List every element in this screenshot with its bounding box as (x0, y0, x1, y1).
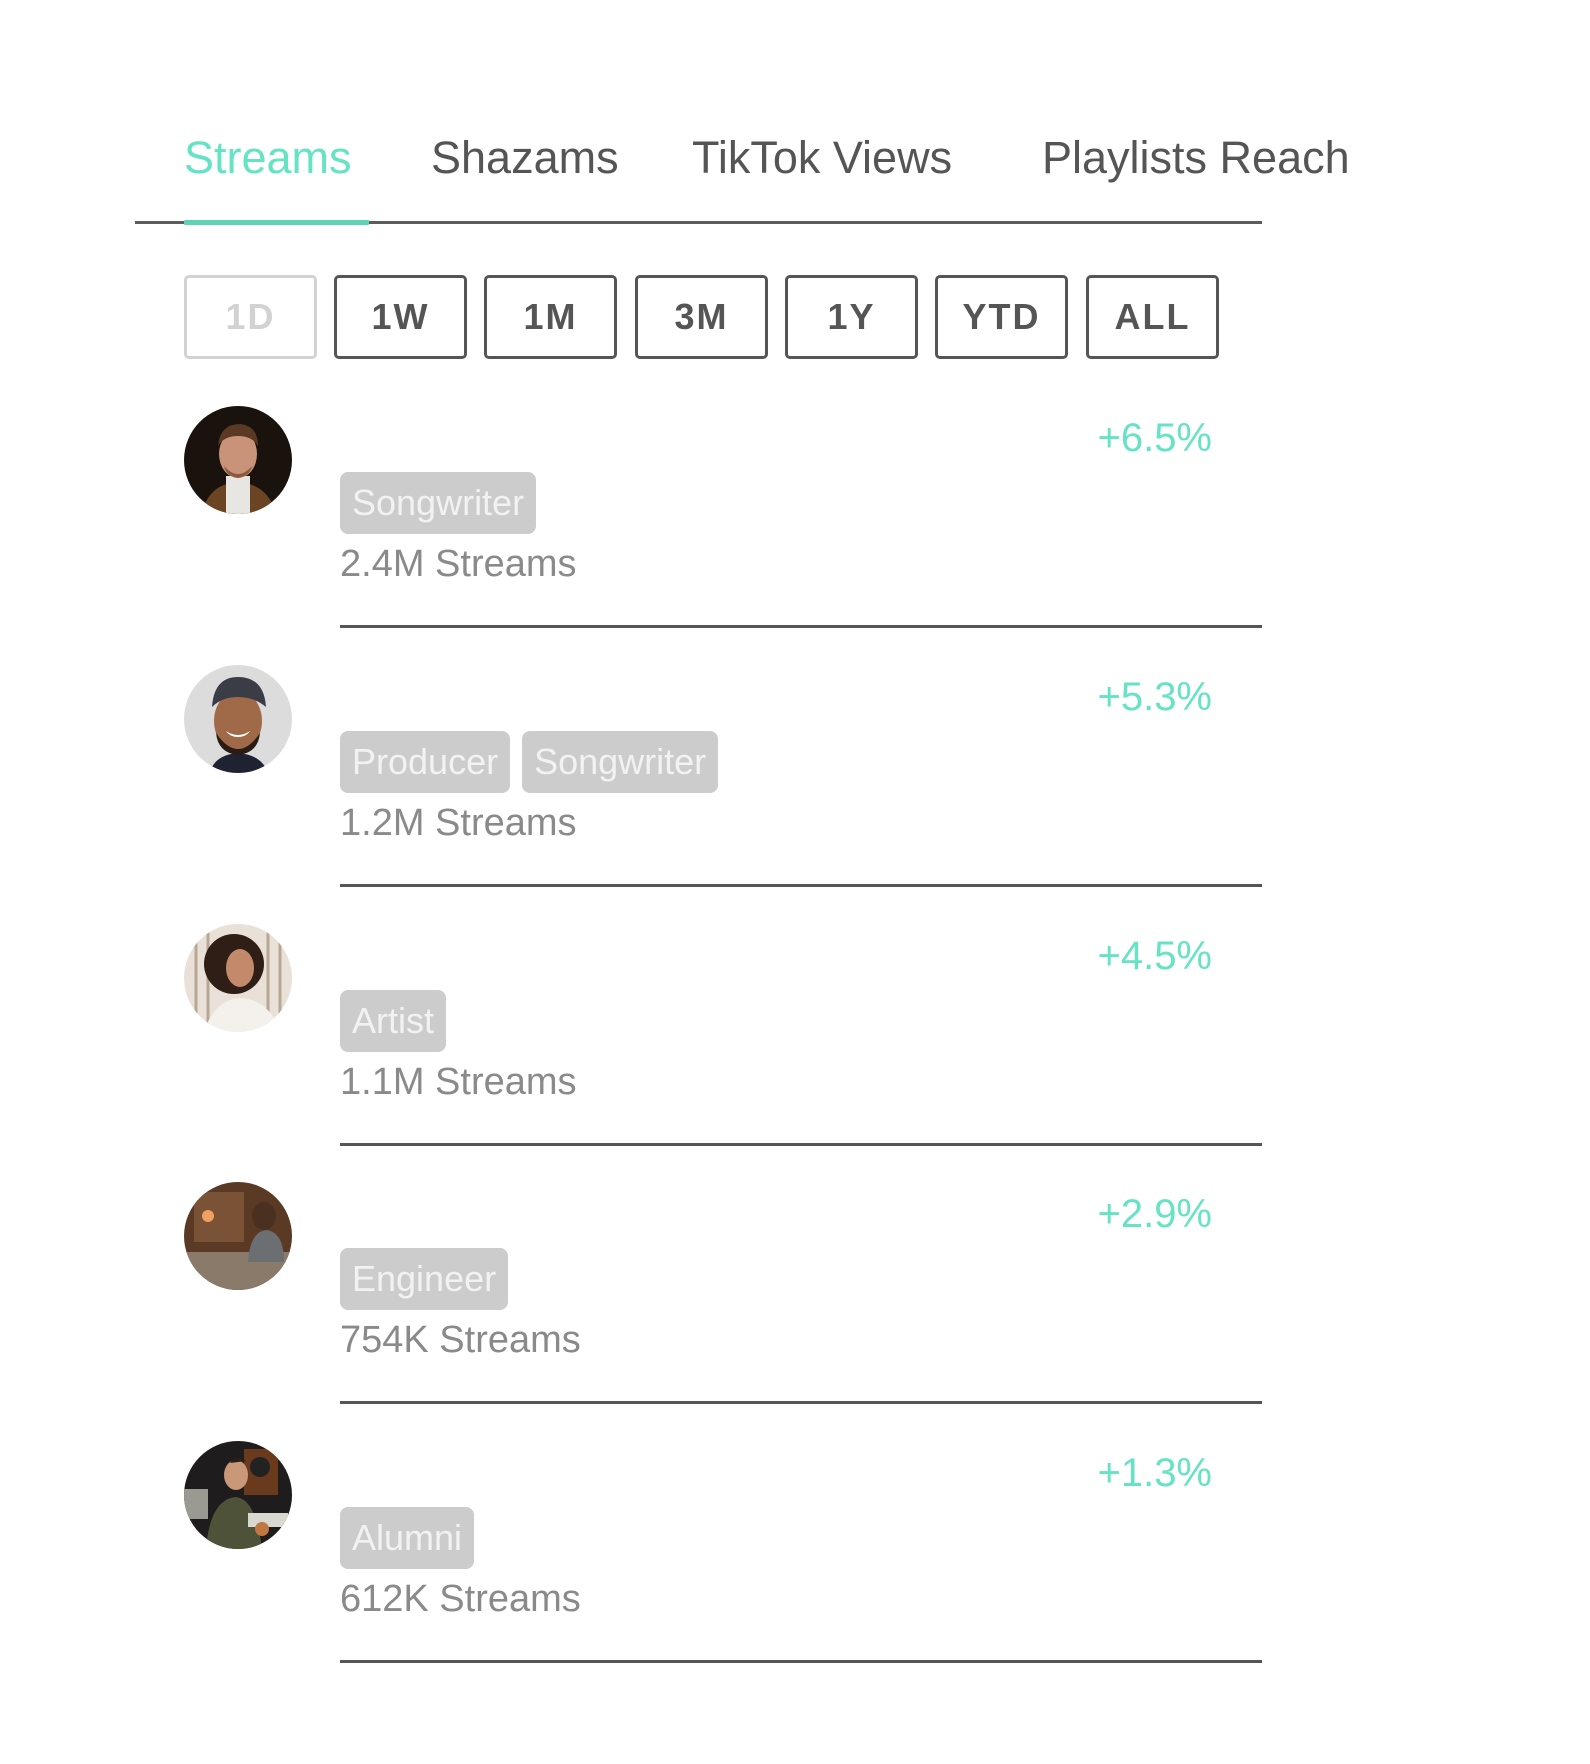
row-divider (340, 1143, 1262, 1146)
change-percent: +5.3% (1097, 675, 1212, 719)
role-tag: Artist (340, 990, 447, 1052)
range-button-ytd[interactable]: YTD (935, 275, 1068, 359)
stream-count: 1.1M Streams (340, 1061, 577, 1103)
role-tags: Alumni (340, 1507, 475, 1569)
range-button-1m[interactable]: 1M (484, 275, 617, 359)
range-button-1y[interactable]: 1Y (785, 275, 918, 359)
role-tags: Artist (340, 990, 447, 1052)
avatar[interactable] (184, 665, 292, 773)
man-in-studio-jacket-icon (184, 1441, 292, 1549)
row-divider (340, 1401, 1262, 1404)
row-divider (340, 625, 1262, 628)
range-button-3m[interactable]: 3M (635, 275, 768, 359)
avatar[interactable] (184, 924, 292, 1032)
tab-streams[interactable]: Streams (184, 128, 352, 188)
avatar[interactable] (184, 1182, 292, 1290)
list-item[interactable]: +2.9% Engineer 754K Streams (0, 1182, 1590, 1441)
change-percent: +2.9% (1097, 1192, 1212, 1236)
list-item[interactable]: +1.3% Alumni 612K Streams (0, 1441, 1590, 1700)
role-tag: Engineer (340, 1248, 509, 1310)
range-button-1w[interactable]: 1W (334, 275, 467, 359)
change-percent: +4.5% (1097, 934, 1212, 978)
man-turtleneck-portrait-icon (184, 406, 292, 514)
tab-shazams[interactable]: Shazams (431, 128, 619, 188)
row-divider (340, 1660, 1262, 1663)
list-item[interactable]: +6.5% Songwriter 2.4M Streams (0, 406, 1590, 665)
tab-tiktok-views[interactable]: TikTok Views (692, 128, 952, 188)
avatar[interactable] (184, 406, 292, 514)
metric-tabs: Streams Shazams TikTok Views Playlists R… (135, 128, 1350, 225)
role-tags: Songwriter (340, 472, 537, 534)
stream-count: 2.4M Streams (340, 543, 577, 585)
list-item[interactable]: +4.5% Artist 1.1M Streams (0, 924, 1590, 1183)
role-tags: Engineer (340, 1248, 509, 1310)
role-tag: Alumni (340, 1507, 475, 1569)
role-tag: Songwriter (340, 472, 537, 534)
range-button-all[interactable]: ALL (1086, 275, 1219, 359)
active-tab-indicator (184, 220, 369, 225)
range-button-1d[interactable]: 1D (184, 275, 317, 359)
role-tags: Producer Songwriter (340, 731, 719, 793)
role-tag: Songwriter (522, 731, 719, 793)
avatar[interactable] (184, 1441, 292, 1549)
stream-count: 754K Streams (340, 1319, 581, 1361)
list-item[interactable]: +5.3% Producer Songwriter 1.2M Streams (0, 665, 1590, 924)
change-percent: +1.3% (1097, 1451, 1212, 1495)
row-divider (340, 884, 1262, 887)
woman-curly-hair-portrait-icon (184, 924, 292, 1032)
man-beanie-smiling-portrait-icon (184, 665, 292, 773)
role-tag: Producer (340, 731, 511, 793)
change-percent: +6.5% (1097, 416, 1212, 460)
tab-playlists-reach[interactable]: Playlists Reach (1042, 128, 1350, 188)
stream-count: 1.2M Streams (340, 802, 577, 844)
stream-count: 612K Streams (340, 1578, 581, 1620)
man-at-mixing-console-icon (184, 1182, 292, 1290)
